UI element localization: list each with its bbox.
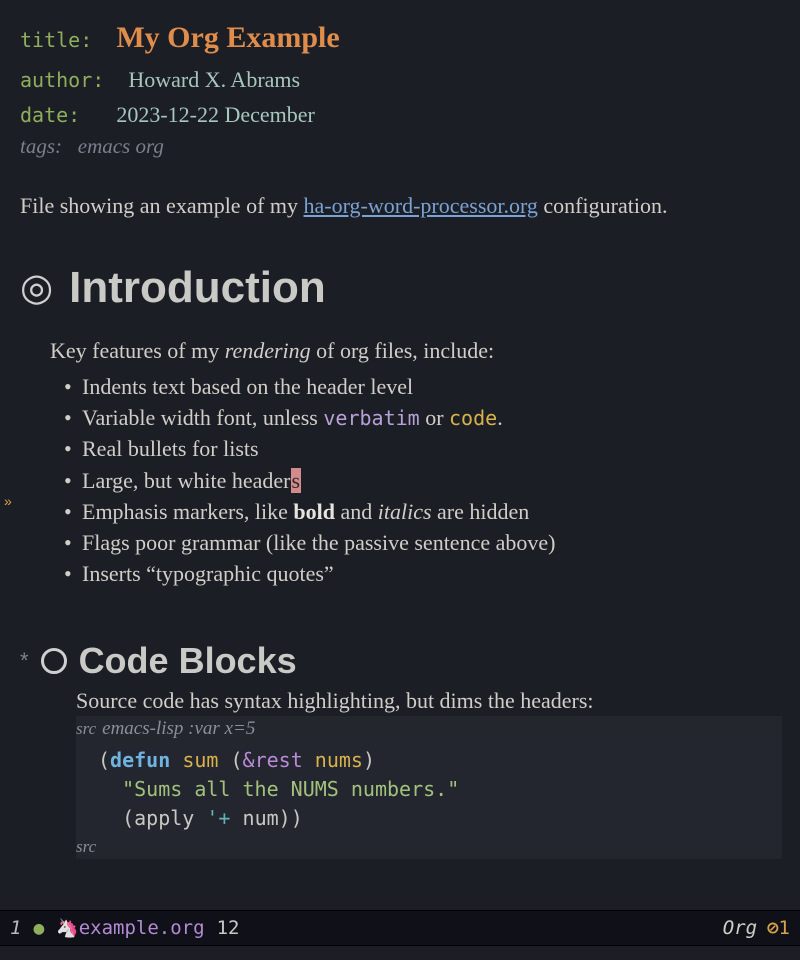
- verbatim-text: verbatim: [323, 406, 419, 430]
- fringe-arrow-icon: »: [4, 493, 12, 509]
- section-introduction-body: Key features of my rendering of org file…: [50, 335, 782, 590]
- doc-author: Howard X. Abrams: [128, 67, 300, 92]
- list-item: Large, but white headers: [64, 465, 782, 496]
- list-item: Inserts “typographic quotes”: [64, 558, 782, 589]
- meta-tags-line: tags: emacs org: [20, 134, 782, 159]
- source-code-block[interactable]: (defun sum (&rest nums) "Sums all the NU…: [76, 742, 782, 837]
- list-item: Real bullets for lists: [64, 433, 782, 464]
- feature-list: Indents text based on the header level V…: [64, 371, 782, 590]
- modified-indicator-icon: ●: [33, 918, 44, 939]
- text-cursor: s: [291, 468, 302, 493]
- editor-buffer[interactable]: title: My Org Example author: Howard X. …: [0, 0, 800, 910]
- list-item: Flags poor grammar (like the passive sen…: [64, 527, 782, 558]
- major-mode[interactable]: Org: [723, 917, 757, 939]
- src-block-end: src: [76, 837, 782, 859]
- code-text: code: [449, 406, 497, 430]
- unicorn-icon: 🦄: [56, 918, 78, 939]
- list-item: Indents text based on the header level: [64, 371, 782, 402]
- heading-text: Introduction: [69, 263, 326, 313]
- intro-paragraph: File showing an example of my ha-org-wor…: [20, 191, 782, 221]
- warning-icon[interactable]: ⊘: [767, 917, 778, 939]
- buffer-filename[interactable]: example.org: [79, 917, 205, 939]
- cursor-column: 12: [217, 917, 240, 939]
- window-number: 1: [10, 917, 21, 939]
- src-block-begin: srcemacs-lisp :var x=5: [76, 716, 782, 742]
- heading-introduction[interactable]: ◎ Introduction: [20, 263, 782, 313]
- heading-star-icon: *: [20, 648, 29, 674]
- section-code-body: Source code has syntax highlighting, but…: [76, 688, 782, 859]
- minibuffer-area[interactable]: [0, 946, 800, 960]
- doc-tags: emacs org: [78, 134, 164, 158]
- list-item: Emphasis markers, like bold and italics …: [64, 496, 782, 527]
- meta-key-title: title: [20, 28, 80, 52]
- warning-count: 1: [779, 917, 790, 939]
- config-link[interactable]: ha-org-word-processor.org: [304, 193, 538, 218]
- meta-title-line: title: My Org Example: [20, 14, 782, 62]
- meta-author-line: author: Howard X. Abrams: [20, 62, 782, 97]
- list-item: Variable width font, unless verbatim or …: [64, 402, 782, 433]
- meta-date-line: date: 2023-12-22 December: [20, 97, 782, 132]
- meta-key-date: date: [20, 103, 68, 127]
- doc-title: My Org Example: [116, 21, 339, 54]
- heading-text: Code Blocks: [79, 640, 297, 682]
- heading-circle-icon: [41, 648, 67, 674]
- meta-key-tags: tags:: [20, 134, 62, 158]
- section-lead: Source code has syntax highlighting, but…: [76, 688, 782, 714]
- section-lead: Key features of my rendering of org file…: [50, 335, 782, 367]
- mode-line[interactable]: 1 ● 🦄example.org 12 Org ⊘1: [0, 910, 800, 946]
- doc-date: 2023-12-22 December: [116, 102, 315, 127]
- heading-code-blocks[interactable]: * Code Blocks: [20, 640, 782, 682]
- heading-bullet-icon: ◎: [20, 269, 53, 307]
- meta-key-author: author: [20, 68, 92, 92]
